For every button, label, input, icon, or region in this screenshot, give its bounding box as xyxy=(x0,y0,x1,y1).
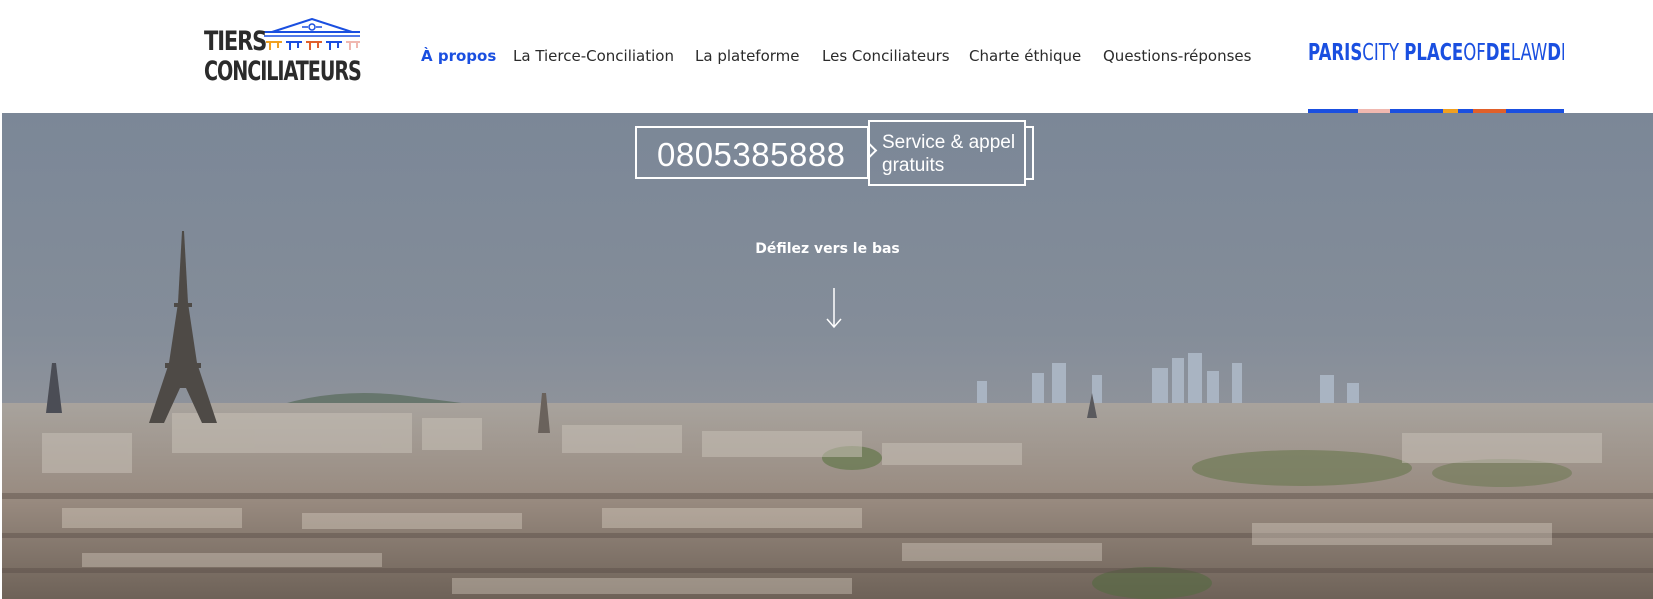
service-label: Service & appel gratuits xyxy=(882,132,1016,176)
partner-color-stripe xyxy=(1308,109,1564,113)
partner-logo-paris-place-de-droit[interactable]: PARISCITY PLACEOFDELAWDROIT xyxy=(1308,40,1564,66)
partner-word-of: OF xyxy=(1463,40,1486,66)
partner-word-city: CITY xyxy=(1362,40,1399,66)
building-pediment-icon xyxy=(264,18,360,50)
paris-skyline-image xyxy=(2,231,1653,599)
hero-section: 0805385888 Service & appel gratuits Défi… xyxy=(2,113,1653,599)
site-logo[interactable]: TIERS CONCILIATEURS xyxy=(204,18,362,87)
partner-word-law: LAW xyxy=(1510,40,1548,66)
partner-word-place: PLACE xyxy=(1404,40,1464,66)
phone-number: 0805385888 xyxy=(657,136,846,173)
nav-item-conciliateurs[interactable]: Les Conciliateurs xyxy=(822,47,950,65)
nav-item-charte-ethique[interactable]: Charte éthique xyxy=(969,47,1081,65)
arrow-down-icon[interactable] xyxy=(825,286,843,330)
site-header: TIERS CONCILIATEURS À propos La Tierce-C… xyxy=(0,0,1653,113)
logo-line-tiers: TIERS xyxy=(204,26,267,57)
logo-line-conciliateurs: CONCILIATEURS xyxy=(204,56,362,87)
phone-box[interactable]: 0805385888 xyxy=(635,126,869,179)
nav-item-tierce-conciliation[interactable]: La Tierce-Conciliation xyxy=(513,47,674,65)
partner-word-de: DE xyxy=(1485,40,1511,66)
nav-item-questions-reponses[interactable]: Questions-réponses xyxy=(1103,47,1251,65)
service-box-shadow xyxy=(1026,126,1034,180)
nav-item-a-propos[interactable]: À propos xyxy=(421,47,496,65)
partner-word-paris: PARIS xyxy=(1308,40,1363,66)
scroll-down-label[interactable]: Défilez vers le bas xyxy=(2,241,1653,257)
nav-item-plateforme[interactable]: La plateforme xyxy=(695,47,800,65)
service-box: Service & appel gratuits xyxy=(868,120,1026,186)
partner-word-droit: DROIT xyxy=(1547,40,1564,66)
